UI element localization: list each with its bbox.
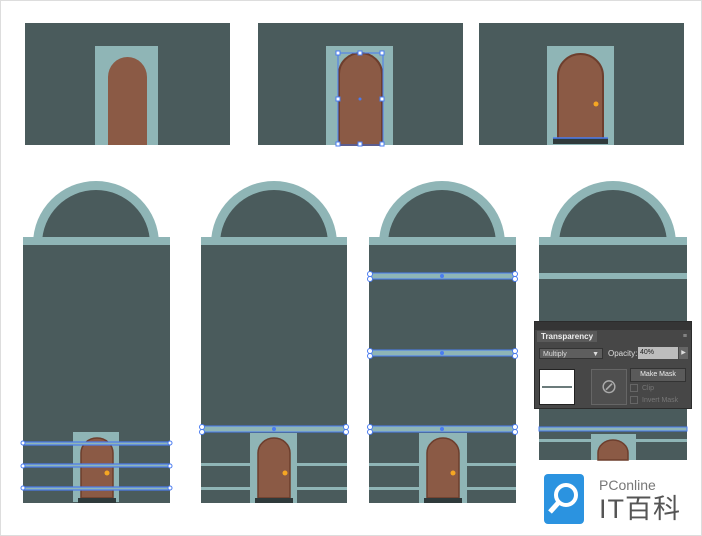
magnifier-icon bbox=[544, 474, 584, 524]
object-thumbnail[interactable] bbox=[539, 369, 575, 405]
step-2-panel bbox=[258, 23, 463, 147]
step-1-panel bbox=[25, 23, 230, 145]
tutorial-canvas: Transparency ≡ Multiply ▼ Opacity: 40% ▶ … bbox=[0, 0, 702, 536]
brand-text: PConline bbox=[599, 477, 656, 493]
step-3-panel bbox=[479, 23, 684, 145]
panel-titlebar[interactable] bbox=[535, 322, 691, 330]
blend-mode-select[interactable]: Multiply ▼ bbox=[539, 348, 603, 359]
chevron-down-icon: ▼ bbox=[592, 351, 599, 358]
watermark-logo: PConline IT百科 bbox=[544, 472, 694, 527]
door bbox=[108, 57, 147, 145]
make-mask-button[interactable]: Make Mask bbox=[630, 368, 686, 382]
tab-transparency[interactable]: Transparency bbox=[537, 331, 598, 342]
opacity-label: Opacity: bbox=[608, 349, 638, 358]
clip-checkbox[interactable]: Clip bbox=[630, 384, 654, 392]
door bbox=[557, 53, 604, 140]
invert-mask-label: Invert Mask bbox=[642, 396, 679, 404]
transparency-panel: Transparency ≡ Multiply ▼ Opacity: 40% ▶ … bbox=[534, 321, 692, 409]
no-mask-icon: ⊘ bbox=[591, 369, 627, 405]
step-4-panel bbox=[20, 181, 173, 503]
illustration-steps bbox=[20, 23, 688, 503]
invert-mask-checkbox[interactable]: Invert Mask bbox=[630, 396, 678, 404]
opacity-slider-button[interactable]: ▶ bbox=[679, 347, 688, 359]
step-5-panel bbox=[199, 181, 349, 503]
opacity-input[interactable]: 40% bbox=[638, 347, 678, 359]
clip-label: Clip bbox=[642, 384, 655, 392]
step-6-panel bbox=[367, 181, 518, 503]
panel-menu-icon[interactable]: ≡ bbox=[683, 333, 687, 340]
blend-mode-value: Multiply bbox=[543, 351, 567, 358]
brand-name: IT百科 bbox=[599, 494, 681, 524]
